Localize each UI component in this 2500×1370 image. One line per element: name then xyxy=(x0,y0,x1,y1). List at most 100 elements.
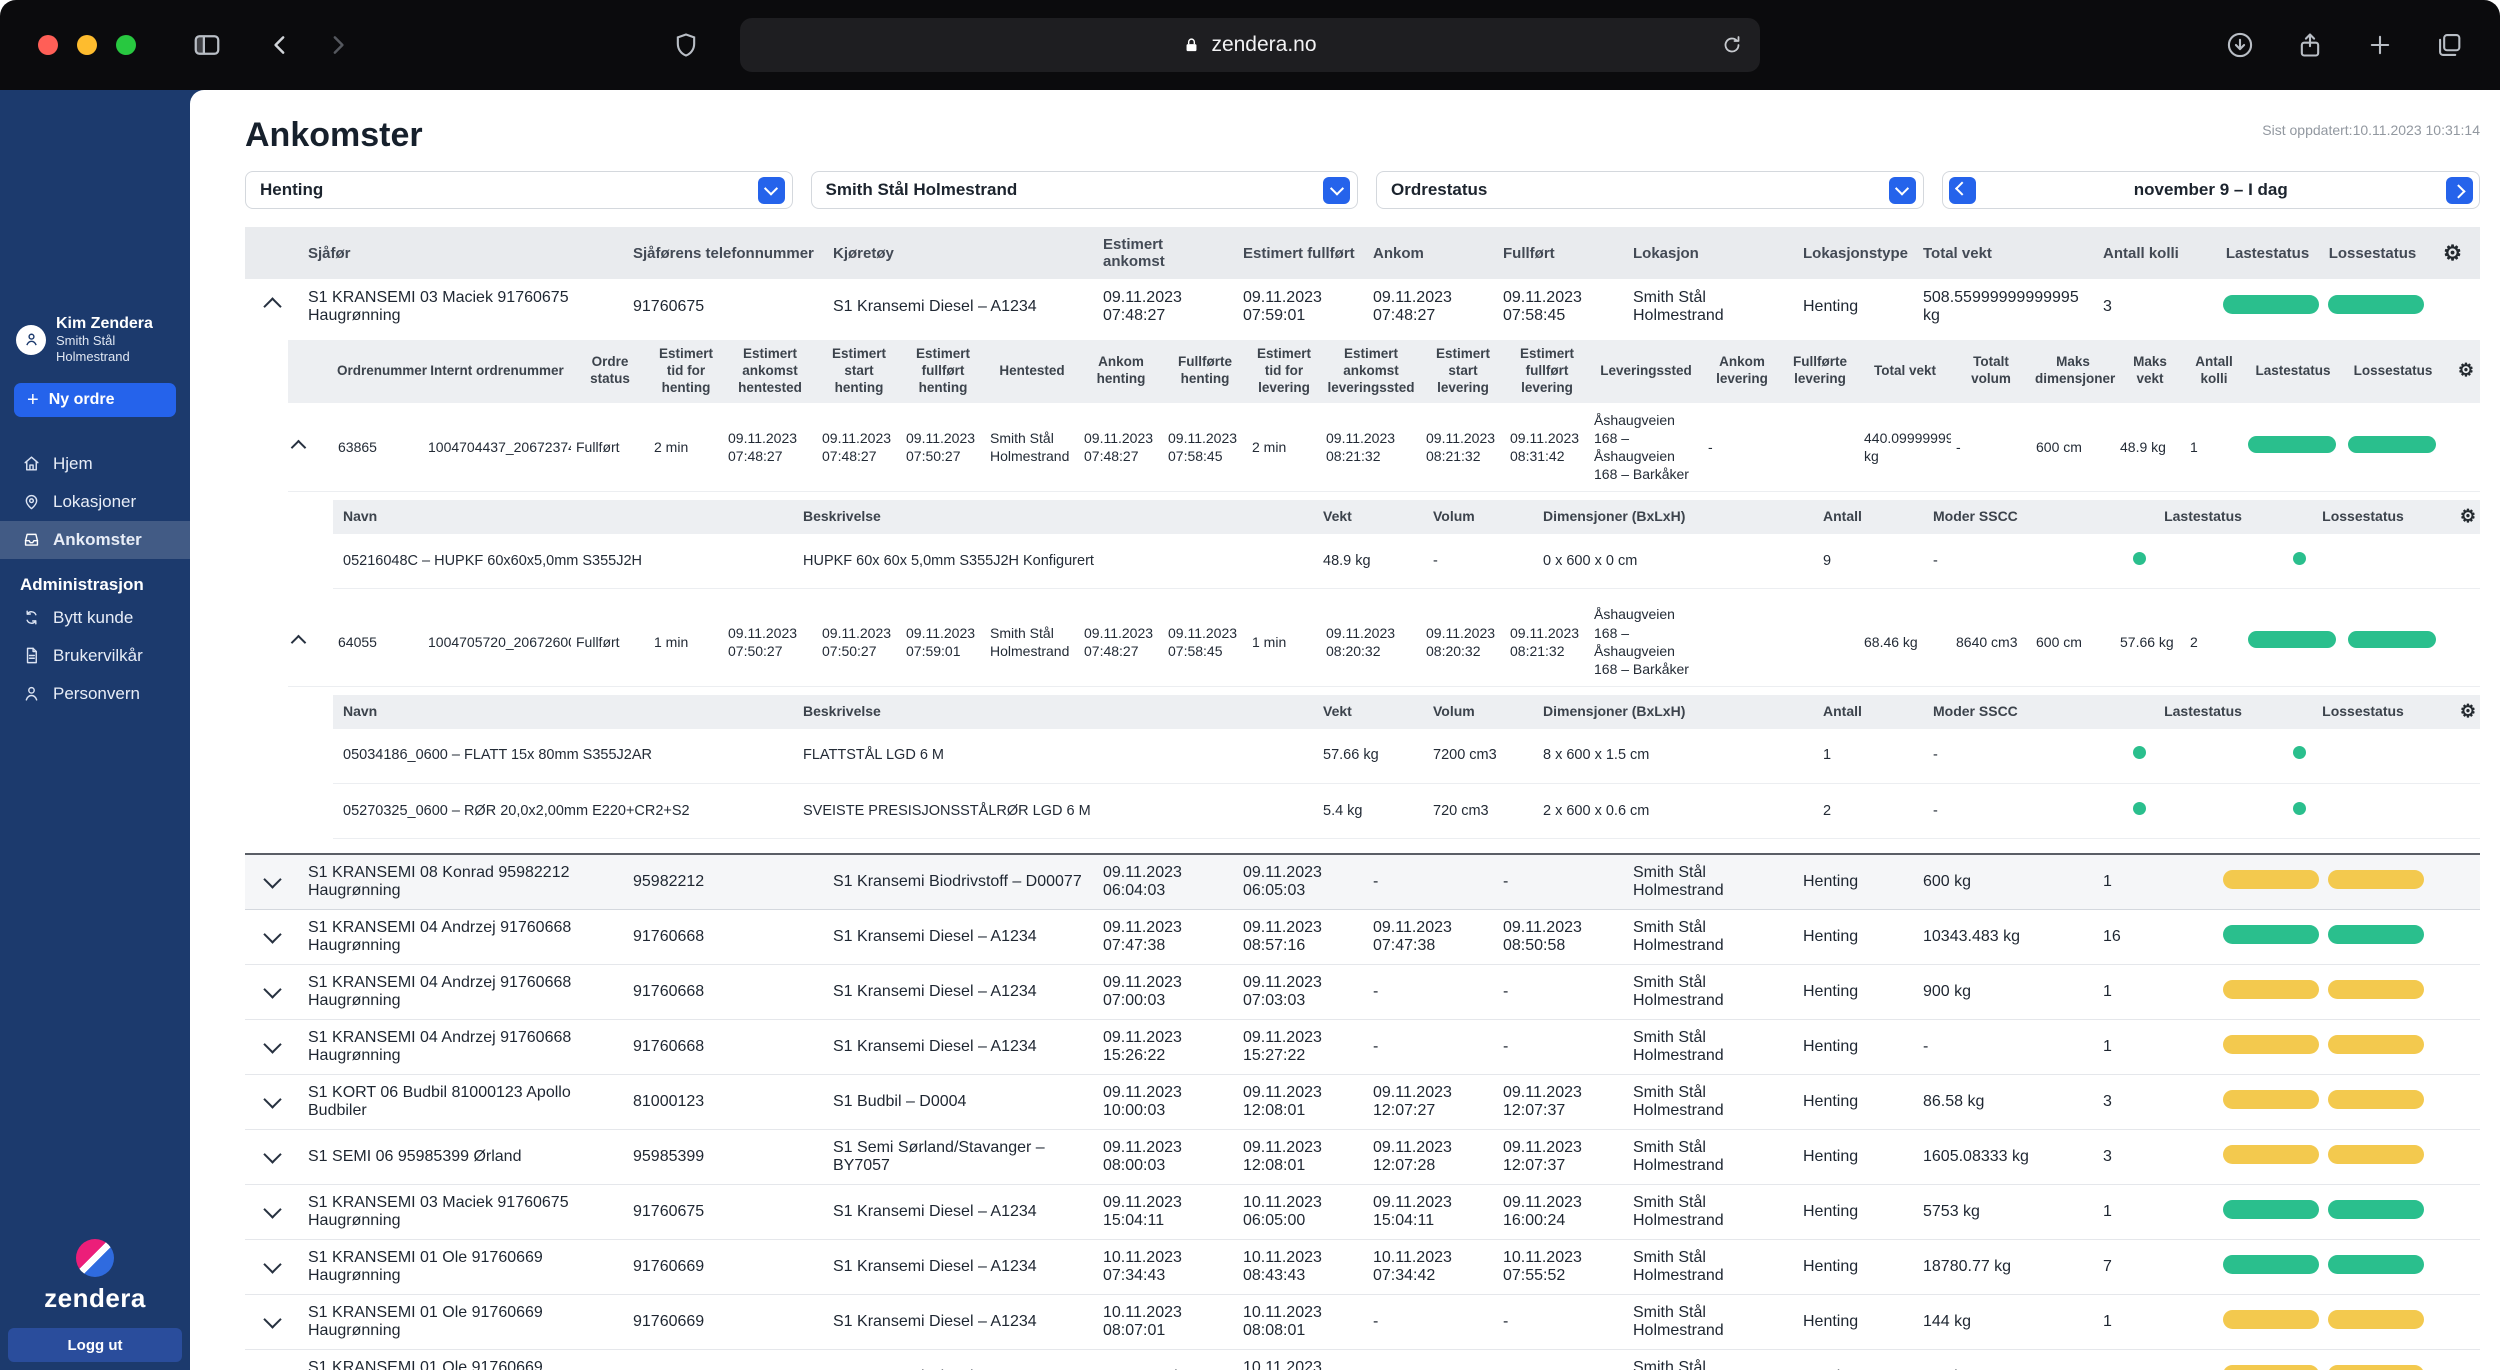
expand-toggle[interactable] xyxy=(245,1019,300,1074)
order-row[interactable]: 638651004704437_206723749Fullført2 min09… xyxy=(288,403,2480,492)
arrival-row[interactable]: S1 KRANSEMI 01 Ole 91760669 Haugrønning9… xyxy=(245,1349,2480,1370)
expand-toggle[interactable] xyxy=(245,1074,300,1129)
chevron-down-icon[interactable] xyxy=(758,177,785,204)
expand-toggle[interactable] xyxy=(245,1349,300,1370)
browser-titlebar: zendera.no xyxy=(0,0,2500,90)
lastestatus-pill xyxy=(2223,1145,2319,1164)
new-order-button[interactable]: + Ny ordre xyxy=(14,383,176,417)
item-column-header: Vekt xyxy=(1313,500,1423,534)
arrived-cell: - xyxy=(1365,854,1495,909)
arrival-row[interactable]: S1 KRANSEMI 08 Konrad 95982212 Haugrønni… xyxy=(245,854,2480,909)
expand-toggle[interactable] xyxy=(245,1184,300,1239)
arrival-row[interactable]: S1 KRANSEMI 04 Andrzej 91760668 Haugrønn… xyxy=(245,964,2480,1019)
expand-toggle[interactable] xyxy=(245,1294,300,1349)
page-title: Ankomster xyxy=(245,116,423,155)
arrived-cell: 09.11.2023 07:48:27 xyxy=(1365,279,1495,334)
arrival-row[interactable]: S1 KRANSEMI 03 Maciek 91760675 Haugrønni… xyxy=(245,1184,2480,1239)
expand-toggle[interactable] xyxy=(245,279,300,334)
expand-toggle[interactable] xyxy=(245,964,300,1019)
order-column-header: Ordrenummer xyxy=(333,340,423,403)
filter-type-select[interactable]: Henting xyxy=(245,171,793,209)
forward-button[interactable] xyxy=(324,32,350,58)
date-range-picker[interactable]: november 9 – I dag xyxy=(1942,171,2481,209)
expand-toggle[interactable] xyxy=(245,1239,300,1294)
order-column-header: Estimert start levering xyxy=(1421,340,1505,403)
arrived-cell: 10.11.2023 07:34:42 xyxy=(1365,1239,1495,1294)
arrival-row[interactable]: S1 KRANSEMI 04 Andrzej 91760668 Haugrønn… xyxy=(245,909,2480,964)
estimated-finished-cell: 09.11.2023 08:57:16 xyxy=(1235,909,1365,964)
phone-cell: 91760668 xyxy=(625,909,825,964)
items-header-row: NavnBeskrivelseVektVolumDimensjoner (BxL… xyxy=(333,500,2480,534)
arrival-row[interactable]: S1 KRANSEMI 03 Maciek 91760675 Haugrønni… xyxy=(245,279,2480,334)
vehicle-cell: S1 Semi Sørland/Stavanger – BY7057 xyxy=(825,1129,1095,1184)
item-column-header: Moder SSCC xyxy=(1923,695,2123,729)
order-column-header: Ordre status xyxy=(571,340,649,403)
expand-column-header xyxy=(245,227,300,279)
sidebar-item-brukervilkar[interactable]: Brukervilkår xyxy=(0,637,190,675)
item-column-header: Volum xyxy=(1423,695,1533,729)
chevron-down-icon xyxy=(263,1035,281,1053)
downloads-icon[interactable] xyxy=(2226,31,2254,59)
zoom-window-button[interactable] xyxy=(116,35,136,55)
expand-toggle[interactable] xyxy=(245,854,300,909)
chevron-down-icon[interactable] xyxy=(1889,177,1916,204)
arrival-row[interactable]: S1 KRANSEMI 01 Ole 91760669 Haugrønning9… xyxy=(245,1239,2480,1294)
share-icon[interactable] xyxy=(2296,31,2324,59)
next-day-button[interactable] xyxy=(2446,177,2473,204)
reload-icon[interactable] xyxy=(1720,33,1744,57)
vehicle-cell: S1 Kransemi Diesel – A1234 xyxy=(825,1239,1095,1294)
order-row[interactable]: 640551004705720_206726003Fullført1 min09… xyxy=(288,597,2480,686)
finished-cell: 09.11.2023 07:58:45 xyxy=(1495,279,1625,334)
close-window-button[interactable] xyxy=(38,35,58,55)
sidebar-item-ankomster[interactable]: Ankomster xyxy=(0,521,190,559)
arrival-row[interactable]: S1 KRANSEMI 01 Ole 91760669 Haugrønning9… xyxy=(245,1294,2480,1349)
sidebar-item-hjem[interactable]: Hjem xyxy=(0,445,190,483)
estimated-arrival-cell: 09.11.2023 07:00:03 xyxy=(1095,964,1235,1019)
expand-toggle[interactable] xyxy=(245,909,300,964)
vehicle-cell: S1 Budbil – D0004 xyxy=(825,1074,1095,1129)
item-weight-cell: 48.9 kg xyxy=(1313,534,1423,589)
expand-toggle[interactable] xyxy=(288,597,333,686)
new-tab-icon[interactable] xyxy=(2366,31,2394,59)
vehicle-cell: S1 Kransemi Biodrivstoff – D00077 xyxy=(825,854,1095,909)
expand-toggle[interactable] xyxy=(245,1129,300,1184)
address-bar[interactable]: zendera.no xyxy=(740,18,1760,72)
settings-gear-icon[interactable]: ⚙ xyxy=(2443,242,2462,265)
user-org-line1: Smith Stål xyxy=(56,333,153,349)
settings-gear-icon[interactable]: ⚙ xyxy=(2460,701,2476,721)
previous-day-button[interactable] xyxy=(1949,177,1976,204)
item-column-header: Lossestatus xyxy=(2283,695,2443,729)
finished-cell: - xyxy=(1495,964,1625,1019)
arrived-cell: - xyxy=(1365,964,1495,1019)
item-column-header: Antall xyxy=(1813,695,1923,729)
tab-overview-icon[interactable] xyxy=(2436,31,2464,59)
filter-location-select[interactable]: Smith Stål Holmestrand xyxy=(811,171,1359,209)
estimated-finished-cell: 10.11.2023 06:05:00 xyxy=(1235,1184,1365,1239)
sidebar-item-bytt-kunde[interactable]: Bytt kunde xyxy=(0,599,190,637)
arrived-cell: - xyxy=(1365,1294,1495,1349)
lastestatus-pill xyxy=(2223,1200,2319,1219)
location-cell: Smith Stål Holmestrand xyxy=(1625,1074,1795,1129)
arrival-row[interactable]: S1 SEMI 06 95985399 Ørland95985399S1 Sem… xyxy=(245,1129,2480,1184)
total-weight-cell: 86.58 kg xyxy=(1915,1074,2095,1129)
arrival-row[interactable]: S1 KRANSEMI 04 Andrzej 91760668 Haugrønn… xyxy=(245,1019,2480,1074)
sidebar-item-lokasjoner[interactable]: Lokasjoner xyxy=(0,483,190,521)
minimize-window-button[interactable] xyxy=(77,35,97,55)
logout-button[interactable]: Logg ut xyxy=(8,1328,182,1362)
arrival-row[interactable]: S1 KORT 06 Budbil 81000123 Apollo Budbil… xyxy=(245,1074,2480,1129)
user-profile[interactable]: Kim Zendera Smith Stål Holmestrand xyxy=(0,315,190,365)
plus-icon: + xyxy=(27,390,39,410)
sidebar-toggle-icon[interactable] xyxy=(192,30,222,60)
filter-status-select[interactable]: Ordrestatus xyxy=(1376,171,1924,209)
lossestatus-pill xyxy=(2348,631,2436,648)
vehicle-cell: S1 Kransemi Diesel – A1234 xyxy=(825,909,1095,964)
settings-gear-icon[interactable]: ⚙ xyxy=(2458,360,2474,380)
settings-gear-icon[interactable]: ⚙ xyxy=(2460,506,2476,526)
expand-toggle[interactable] xyxy=(288,403,333,492)
map-pin-icon xyxy=(22,492,41,511)
sidebar-item-personvern[interactable]: Personvern xyxy=(0,675,190,713)
shield-icon[interactable] xyxy=(672,31,700,59)
finished-cell: 09.11.2023 12:07:37 xyxy=(1495,1129,1625,1184)
chevron-down-icon[interactable] xyxy=(1323,177,1350,204)
back-button[interactable] xyxy=(268,32,294,58)
